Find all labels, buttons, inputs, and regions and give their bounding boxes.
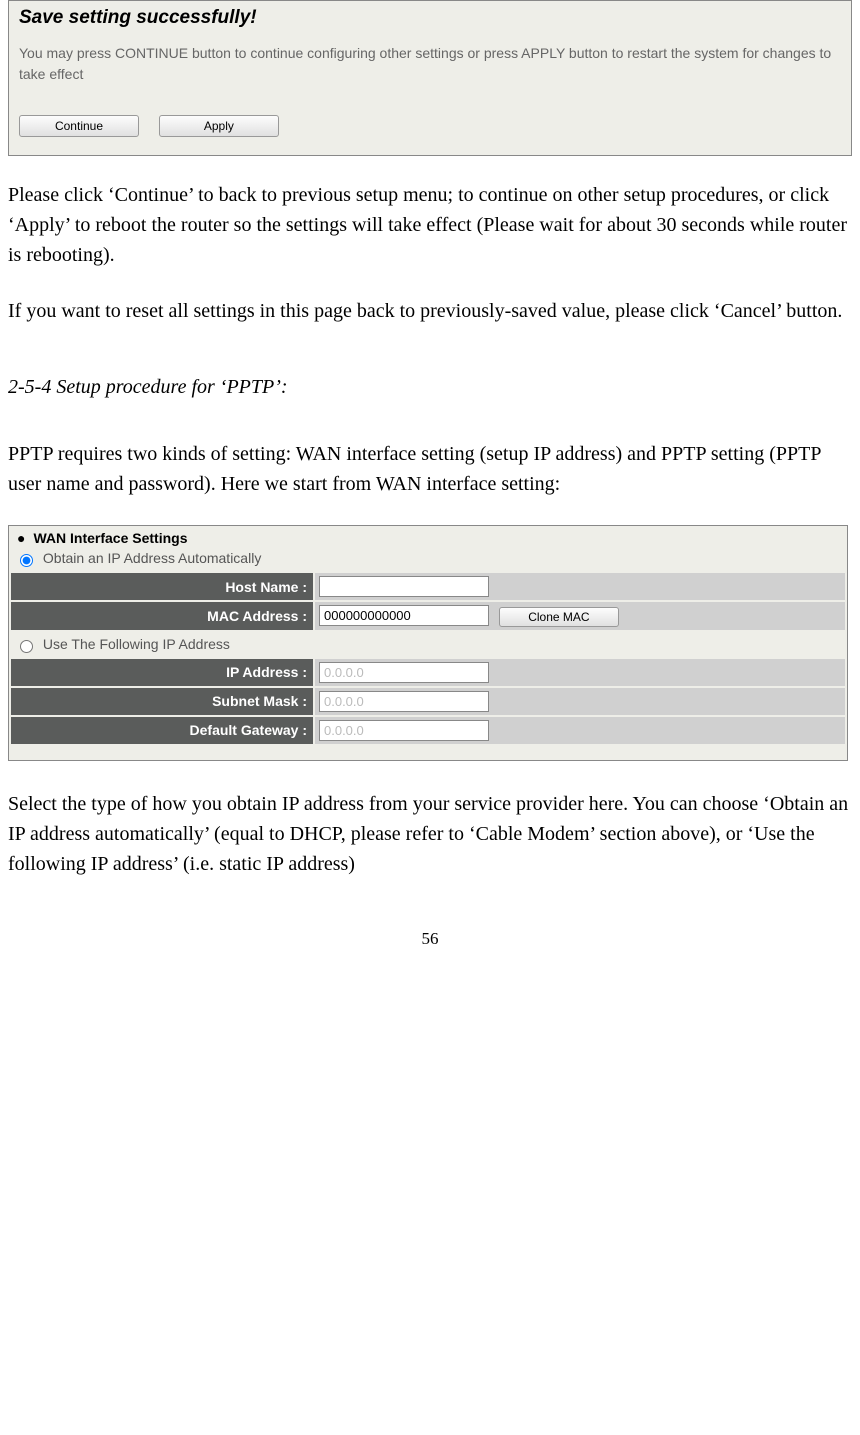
host-name-input[interactable] bbox=[319, 576, 489, 597]
clone-mac-button[interactable]: Clone MAC bbox=[499, 607, 619, 627]
mac-address-label: MAC Address : bbox=[11, 602, 313, 629]
default-gateway-input[interactable] bbox=[319, 720, 489, 741]
radio-use-static[interactable] bbox=[20, 640, 33, 653]
subnet-mask-label: Subnet Mask : bbox=[11, 688, 313, 715]
host-name-label: Host Name : bbox=[11, 573, 313, 600]
ip-address-input[interactable] bbox=[319, 662, 489, 683]
radio-row-auto[interactable]: Obtain an IP Address Automatically bbox=[9, 546, 847, 571]
wan-panel-title: ●WAN Interface Settings bbox=[9, 526, 847, 546]
radio-row-static[interactable]: Use The Following IP Address bbox=[9, 632, 847, 657]
paragraph-continue-apply: Please click ‘Continue’ to back to previ… bbox=[8, 180, 852, 270]
bullet-icon: ● bbox=[17, 530, 25, 546]
apply-button[interactable]: Apply bbox=[159, 115, 279, 137]
paragraph-select-type: Select the type of how you obtain IP add… bbox=[8, 789, 852, 879]
wan-static-table: IP Address : Subnet Mask : Default Gatew… bbox=[9, 657, 847, 746]
page-number: 56 bbox=[8, 929, 852, 949]
wan-auto-table: Host Name : MAC Address : Clone MAC bbox=[9, 571, 847, 631]
radio-obtain-auto[interactable] bbox=[20, 554, 33, 567]
save-success-dialog: Save setting successfully! You may press… bbox=[8, 0, 852, 156]
mac-address-input[interactable] bbox=[319, 605, 489, 626]
default-gateway-label: Default Gateway : bbox=[11, 717, 313, 744]
subnet-mask-input[interactable] bbox=[319, 691, 489, 712]
radio-use-static-label: Use The Following IP Address bbox=[43, 636, 230, 652]
section-heading-pptp: 2-5-4 Setup procedure for ‘PPTP’: bbox=[8, 376, 852, 399]
paragraph-cancel: If you want to reset all settings in thi… bbox=[8, 296, 852, 326]
dialog-text: You may press CONTINUE button to continu… bbox=[19, 43, 841, 85]
ip-address-label: IP Address : bbox=[11, 659, 313, 686]
continue-button[interactable]: Continue bbox=[19, 115, 139, 137]
dialog-title: Save setting successfully! bbox=[19, 7, 841, 29]
paragraph-pptp-intro: PPTP requires two kinds of setting: WAN … bbox=[8, 439, 852, 499]
wan-interface-settings-panel: ●WAN Interface Settings Obtain an IP Add… bbox=[8, 525, 848, 761]
radio-obtain-auto-label: Obtain an IP Address Automatically bbox=[43, 550, 261, 566]
